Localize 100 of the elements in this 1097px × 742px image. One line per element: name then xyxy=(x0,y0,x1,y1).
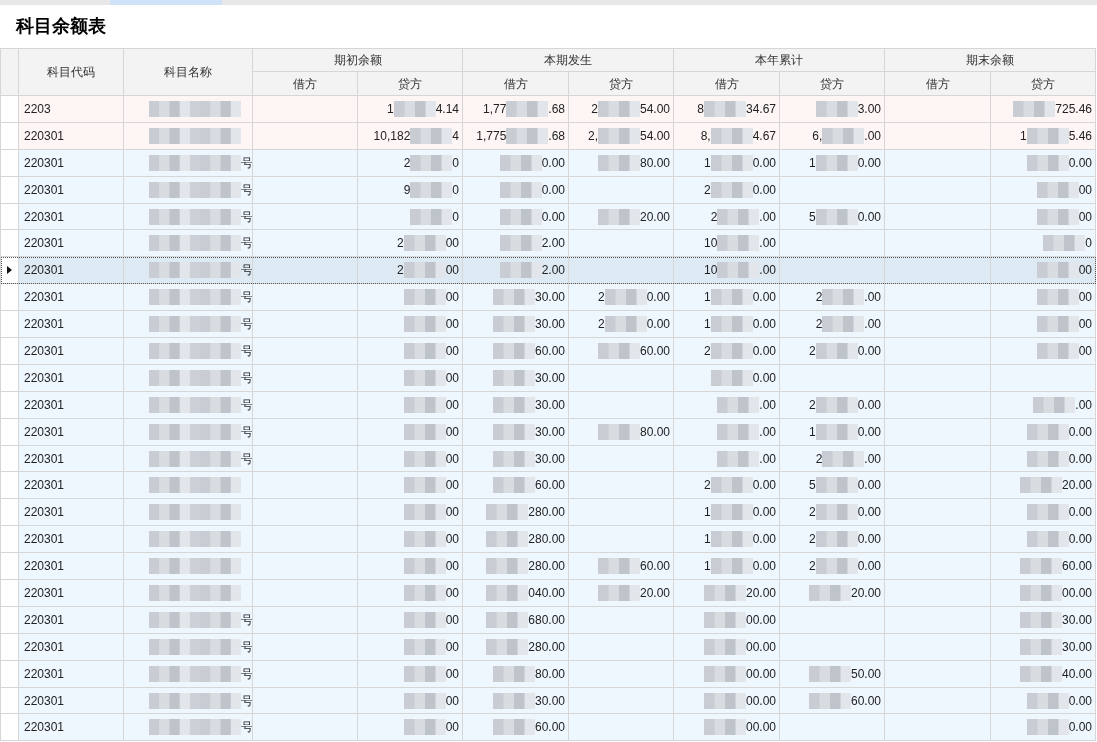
table-row[interactable]: 220301 号 00 30.00 80.00 .00 1 0.00 0.00 xyxy=(1,418,1096,446)
cell-text: 00 xyxy=(445,477,459,495)
table-row[interactable]: 220301 号 00 30.00 .00 2 0.00 .00 xyxy=(1,391,1096,419)
cell-text: 0.00 xyxy=(857,208,881,226)
cell-text: 680.00 xyxy=(528,611,565,629)
table-cell: 2203 xyxy=(19,96,124,123)
table-row[interactable]: 220301 00 040.00 20.00 20.00 20.00 00.00 xyxy=(1,580,1096,607)
table-row[interactable]: 220301 00 280.00 1 0.00 2 0.00 0.00 xyxy=(1,526,1096,554)
cell-text: 5 xyxy=(808,208,816,226)
table-cell: 220301 xyxy=(19,391,124,419)
table-row[interactable]: 220301 号 00 30.00 00.00 60.00 0.00 xyxy=(1,687,1096,715)
active-tab-indicator[interactable] xyxy=(110,0,222,5)
cell-text: 2 xyxy=(808,342,816,360)
cell-text: 00 xyxy=(445,369,459,387)
table-row[interactable]: 220301 00 280.00 1 0.00 2 0.00 0.00 xyxy=(1,499,1096,527)
cell-text: 280.00 xyxy=(528,638,565,656)
cell-text: 2 xyxy=(403,154,411,172)
cell-text: 00.00 xyxy=(745,692,776,710)
table-row[interactable]: 220301 号 2 0 0.00 80.00 1 0.00 1 0.00 0.00 xyxy=(1,149,1096,177)
table-row[interactable]: 220301 号 0 0.00 20.00 2 .00 5 0.00 00 xyxy=(1,203,1096,231)
cell-text: 0.00 xyxy=(1068,719,1092,737)
cell-text: 0.00 xyxy=(752,531,776,549)
cell-text: 00 xyxy=(445,504,459,522)
cell-text: 0.00 xyxy=(1068,504,1092,522)
cell-text: 号 xyxy=(241,423,252,441)
column-group-header: 本年累计 xyxy=(674,49,885,72)
cell-text: 30.00 xyxy=(534,289,565,307)
cell-text: 8 xyxy=(697,100,704,118)
cell-text: 30.00 xyxy=(534,369,565,387)
cell-text: 1 xyxy=(703,316,711,334)
cell-text: 00 xyxy=(1078,208,1092,226)
table-row[interactable]: 220301 号 00 280.00 00.00 30.00 xyxy=(1,633,1096,661)
cell-text: 0.00 xyxy=(857,477,881,495)
cell-text: 2.00 xyxy=(541,235,565,253)
cell-text: 0.00 xyxy=(1068,531,1092,549)
cell-text: 号 xyxy=(241,289,252,307)
table-row[interactable]: 220301 号 00 60.00 00.00 0.00 xyxy=(1,714,1096,742)
cell-text: 2 xyxy=(815,289,823,307)
cell-text: 1,77 xyxy=(482,100,507,118)
cell-text: 8, xyxy=(700,127,711,145)
cell-text: 00 xyxy=(1078,342,1092,360)
cell-text: 00 xyxy=(445,638,459,656)
cell-text: 0.00 xyxy=(857,558,881,576)
cell-text: .00 xyxy=(1075,396,1092,414)
table-row[interactable]: 220301 10,182 4 1,775 .68 2, 54.00 8, 4.67 6, .00 1 5.46 xyxy=(1,122,1096,150)
cell-text: 号 xyxy=(241,369,252,387)
cell-text: 2.00 xyxy=(541,262,565,280)
cell-text: 60.00 xyxy=(1061,558,1092,576)
cell-text: 号 xyxy=(241,154,252,172)
cell-text: 00 xyxy=(445,611,459,629)
cell-text: 0.00 xyxy=(752,342,776,360)
cell-text: 00 xyxy=(1078,262,1092,280)
table-row[interactable]: 220301 号 00 30.00 0.00 xyxy=(1,364,1096,392)
table-row[interactable]: 220301 00 60.00 2 0.00 5 0.00 20.00 xyxy=(1,472,1096,500)
cell-text: 1 xyxy=(703,289,711,307)
cell-text: 号 xyxy=(241,396,252,414)
cell-text: 30.00 xyxy=(534,450,565,468)
cell-text: 0.00 xyxy=(752,369,776,387)
table-row[interactable]: 220301 00 280.00 60.00 1 0.00 2 0.00 60.00 xyxy=(1,553,1096,581)
row-selector[interactable] xyxy=(1,257,19,285)
cell-text: 0 xyxy=(1085,235,1092,253)
table-row[interactable]: 220301 号 00 30.00 .00 2 .00 0.00 xyxy=(1,445,1096,473)
cell-text: 00 xyxy=(445,719,459,737)
cell-text: 00 xyxy=(1078,181,1092,199)
cell-text: 1 xyxy=(703,154,711,172)
table-row[interactable]: 220301 号 9 0 0.00 2 0.00 00 xyxy=(1,176,1096,204)
table-cell: 220301 xyxy=(19,176,124,204)
cell-text: 号 xyxy=(241,611,252,629)
table-cell: 220301 xyxy=(19,714,124,742)
cell-text: .00 xyxy=(864,450,881,468)
cell-text: 0 xyxy=(452,181,459,199)
cell-text: 号 xyxy=(241,235,252,253)
cell-text: 00.00 xyxy=(745,638,776,656)
cell-text: 20.00 xyxy=(639,208,670,226)
table-row[interactable]: 220301 号 00 80.00 00.00 50.00 40.00 xyxy=(1,660,1096,688)
table-row[interactable]: 220301 号 2 00 2.00 10 .00 00 xyxy=(1,257,1096,285)
cell-text: 2 xyxy=(703,342,711,360)
cell-text: .68 xyxy=(548,100,565,118)
cell-text: 0.00 xyxy=(1068,423,1092,441)
table-row[interactable]: 220301 号 00 680.00 00.00 30.00 xyxy=(1,606,1096,634)
cell-text: 0.00 xyxy=(752,504,776,522)
cell-text: 00 xyxy=(1078,316,1092,334)
cell-text: 3.00 xyxy=(857,100,881,118)
cell-text: 号 xyxy=(241,208,252,226)
table-row[interactable]: 2203 1 4.14 1,77 .68 2 54.00 8 34.67 3.00 725.46 xyxy=(1,96,1096,123)
cell-text: 00 xyxy=(445,558,459,576)
cell-text: 号 xyxy=(241,181,252,199)
table-row[interactable]: 220301 号 2 00 2.00 10 .00 0 xyxy=(1,230,1096,258)
cell-text: 280.00 xyxy=(528,504,565,522)
table-row[interactable]: 220301 号 00 30.00 2 0.00 1 0.00 2 .00 00 xyxy=(1,284,1096,312)
cell-text: 54.00 xyxy=(639,100,670,118)
cell-text: 0.00 xyxy=(646,316,670,334)
cell-text: 10 xyxy=(703,235,718,253)
table-row[interactable]: 220301 号 00 60.00 60.00 2 0.00 2 0.00 00 xyxy=(1,338,1096,365)
cell-text: 80.00 xyxy=(639,154,670,172)
cell-text: 1 xyxy=(386,100,394,118)
cell-text: 4.14 xyxy=(435,100,459,118)
cell-text: 54.00 xyxy=(639,127,670,145)
table-row[interactable]: 220301 号 00 30.00 2 0.00 1 0.00 2 .00 00 xyxy=(1,311,1096,338)
cell-text: 0.00 xyxy=(857,342,881,360)
